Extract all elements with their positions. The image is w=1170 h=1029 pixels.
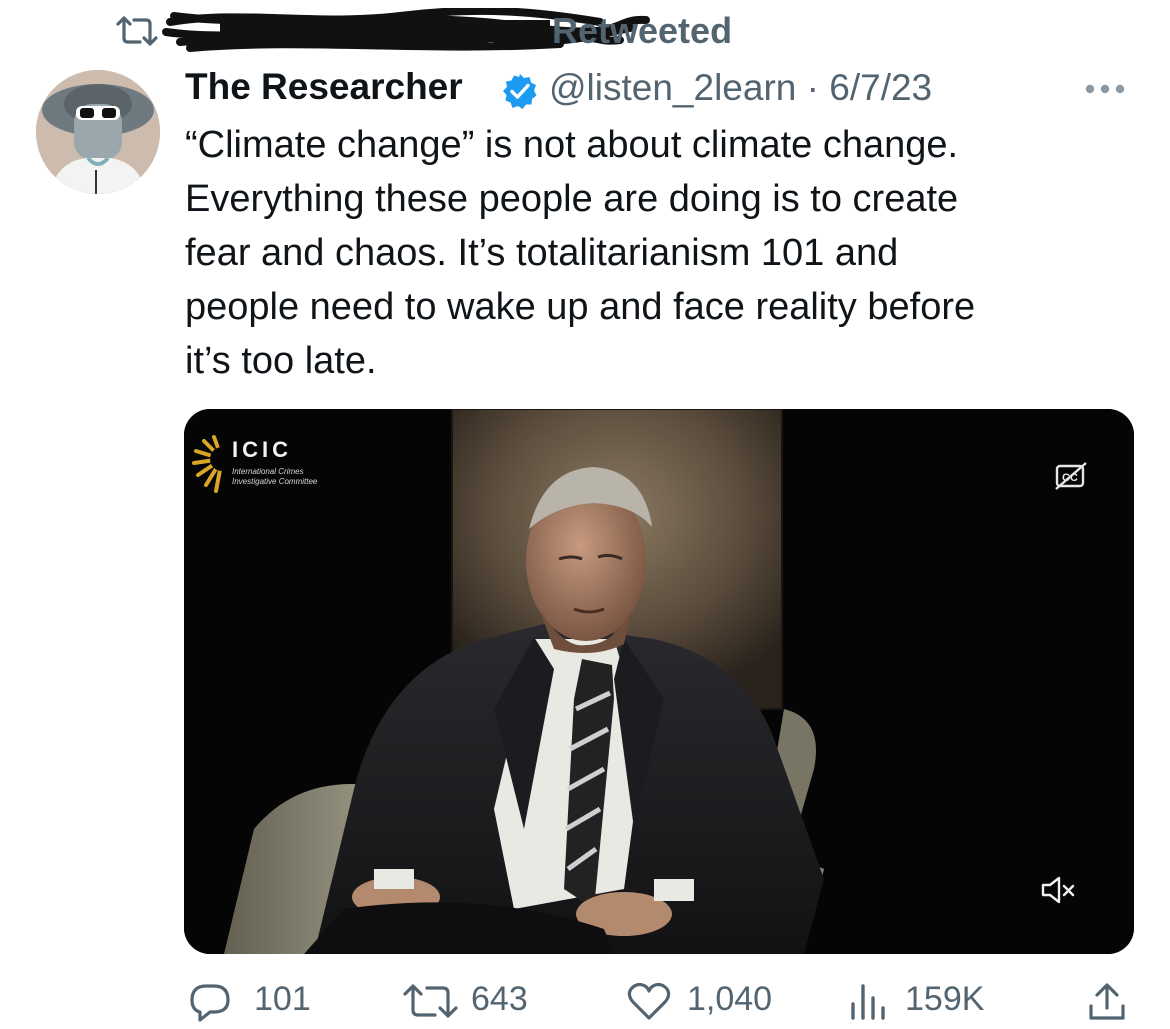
icic-logo: ICIC International Crimes Investigative … bbox=[190, 429, 390, 509]
logo-subtitle-line-1: International Crimes bbox=[232, 467, 304, 476]
reply-icon bbox=[190, 984, 230, 1022]
retweeted-label: Retweeted bbox=[552, 10, 733, 51]
logo-title: ICIC bbox=[232, 437, 292, 462]
reply-count: 101 bbox=[254, 980, 311, 1018]
author-handle-and-date[interactable]: @listen_2learn · 6/7/23 bbox=[549, 67, 932, 109]
avatar[interactable] bbox=[36, 70, 160, 194]
tweet-action-bar: 101 643 1,040 159K bbox=[185, 976, 1135, 1026]
video-player[interactable]: ICIC International Crimes Investigative … bbox=[184, 409, 1134, 954]
like-icon bbox=[627, 982, 671, 1020]
views-count: 159K bbox=[905, 980, 985, 1018]
retweet-icon bbox=[403, 984, 458, 1018]
author-handle[interactable]: @listen_2learn bbox=[549, 67, 796, 108]
avatar-image bbox=[36, 70, 160, 194]
muted-speaker-icon[interactable] bbox=[1040, 875, 1076, 905]
views-icon bbox=[851, 984, 885, 1020]
captions-off-icon[interactable]: CC bbox=[1054, 461, 1088, 491]
separator-dot: · bbox=[806, 67, 819, 108]
like-count: 1,040 bbox=[687, 980, 773, 1018]
tweet-date[interactable]: 6/7/23 bbox=[829, 67, 932, 108]
retweet-icon bbox=[116, 16, 158, 46]
author-display-name[interactable]: The Researcher bbox=[185, 66, 463, 108]
tweet-header: The Researcher @listen_2learn · 6/7/23 bbox=[185, 62, 1145, 114]
verified-badge-icon[interactable] bbox=[501, 72, 539, 110]
retweet-banner[interactable]: Retweeted bbox=[112, 6, 752, 56]
logo-subtitle-line-2: Investigative Committee bbox=[232, 477, 318, 486]
more-options-icon[interactable] bbox=[1083, 82, 1127, 96]
logo-sunburst-icon bbox=[192, 435, 234, 493]
retweet-count: 643 bbox=[471, 980, 528, 1018]
share-icon bbox=[1089, 983, 1125, 1020]
tweet-text: “Climate change” is not about climate ch… bbox=[185, 124, 976, 382]
